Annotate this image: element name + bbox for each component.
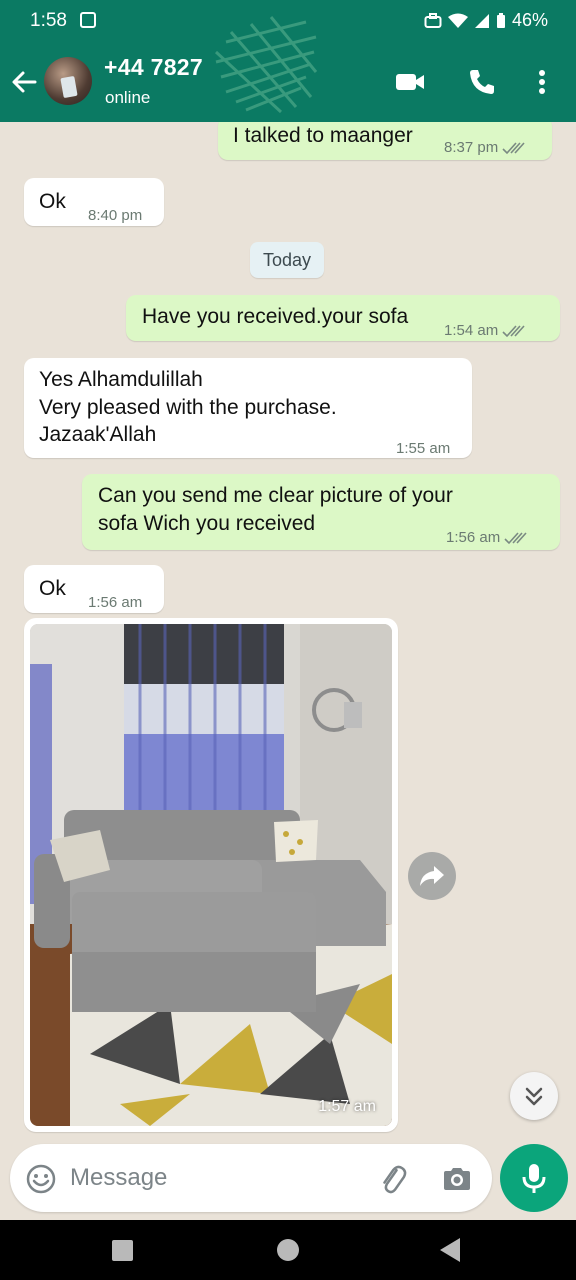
double-tick-icon [502, 141, 525, 154]
message-outgoing[interactable]: Can you send me clear picture of your so… [82, 474, 560, 550]
message-incoming[interactable]: Ok 8:40 pm [24, 178, 164, 226]
message-time: 1:55 am [396, 440, 451, 457]
redaction-scribble [214, 16, 318, 114]
message-line: Can you send me clear picture of your [98, 484, 453, 507]
chevron-double-down-icon [525, 1087, 543, 1106]
image-message[interactable]: 1:57 am [24, 618, 398, 1132]
video-call-icon[interactable] [394, 66, 426, 98]
phone-icon[interactable] [466, 66, 498, 98]
scroll-down-button[interactable] [510, 1072, 558, 1120]
contact-name[interactable]: +44 7827 [104, 54, 203, 81]
camera-icon[interactable] [440, 1162, 474, 1196]
message-outgoing[interactable]: Have you received.your sofa 1:54 am [126, 295, 560, 341]
contact-avatar[interactable] [44, 57, 92, 105]
sofa-photo[interactable]: 1:57 am [30, 624, 392, 1126]
emoji-icon[interactable] [24, 1162, 58, 1196]
gallery-notification-icon [80, 12, 96, 28]
chat-area[interactable]: I talked to maanger 8:37 pm Ok 8:40 pm T… [0, 122, 576, 1220]
more-vert-icon[interactable] [526, 66, 558, 98]
message-meta: 8:40 pm [88, 202, 142, 229]
message-meta: 8:37 pm [444, 134, 526, 161]
status-indicators: 46% [424, 10, 548, 31]
message-text: Have you received.your sofa [142, 305, 409, 328]
message-text: I talked to maanger [233, 124, 413, 147]
recents-icon[interactable] [112, 1240, 133, 1261]
message-outgoing[interactable]: I talked to maanger 8:37 pm [218, 122, 552, 160]
image-time: 1:57 am [318, 1098, 376, 1115]
nav-back-icon[interactable] [440, 1238, 460, 1262]
home-icon[interactable] [277, 1239, 299, 1261]
mic-button[interactable] [500, 1144, 568, 1212]
chat-header: +44 7827 online [0, 16, 576, 122]
message-composer [10, 1144, 492, 1212]
message-time: 1:54 am [444, 322, 499, 339]
message-incoming[interactable]: Yes Alhamdulillah Very pleased with the … [24, 358, 472, 458]
message-meta: 1:56 am [88, 589, 142, 616]
attach-icon[interactable] [376, 1162, 410, 1196]
message-time: 1:56 am [446, 529, 501, 546]
briefcase-icon [424, 12, 442, 28]
message-time: 8:40 pm [88, 207, 143, 224]
message-line: Jazaak'Allah [39, 423, 157, 446]
message-incoming[interactable]: Ok 1:56 am [24, 565, 164, 613]
mic-icon [522, 1164, 546, 1193]
message-time: 8:37 pm [444, 139, 499, 156]
message-input[interactable] [70, 1158, 360, 1198]
contact-status: online [105, 88, 151, 107]
message-text: Ok [39, 190, 66, 213]
message-time: 1:56 am [88, 594, 143, 611]
forward-icon [420, 866, 444, 886]
forward-button[interactable] [408, 852, 456, 900]
date-separator: Today [250, 242, 324, 278]
double-tick-icon [502, 324, 525, 337]
battery-icon [496, 13, 505, 28]
back-arrow-icon[interactable] [8, 66, 40, 98]
wifi-icon [447, 13, 468, 28]
message-meta: 1:54 am [444, 317, 526, 344]
status-time: 1:58 [30, 10, 67, 31]
message-meta: 1:56 am [446, 524, 528, 551]
message-line: Yes Alhamdulillah [39, 368, 203, 391]
battery-level: 46% [511, 10, 548, 30]
system-nav-bar [0, 1220, 576, 1280]
message-line: sofa Wich you received [98, 512, 316, 535]
message-text: Ok [39, 577, 66, 600]
double-tick-icon [504, 531, 527, 544]
message-meta: 1:55 am [396, 435, 450, 462]
message-line: Very pleased with the purchase. [39, 396, 337, 419]
signal-icon [474, 13, 489, 28]
